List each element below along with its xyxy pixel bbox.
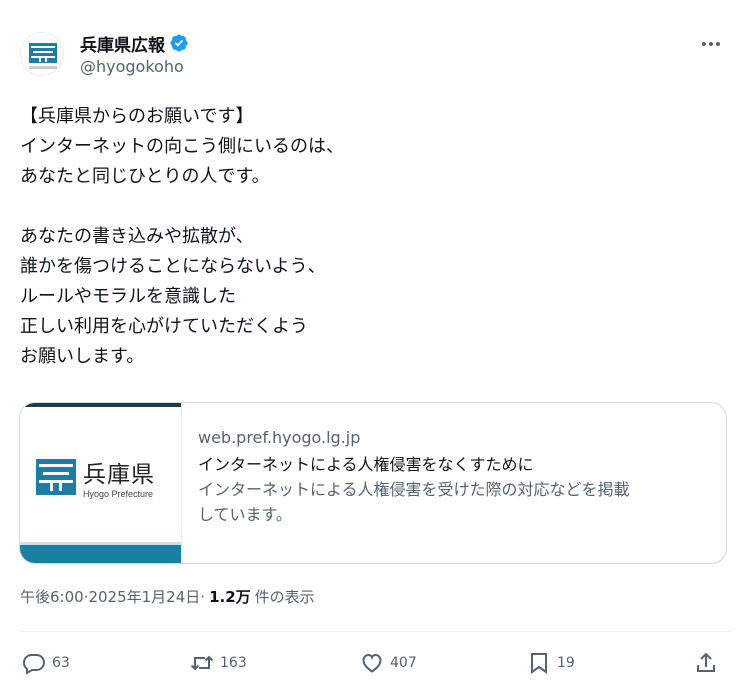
thumb-stripe-top	[20, 403, 181, 407]
handle[interactable]: @hyogokoho	[80, 57, 184, 76]
more-options-icon[interactable]	[699, 34, 723, 54]
display-name[interactable]: 兵庫県広報	[80, 31, 165, 56]
tweet-line: お願いします。	[20, 346, 145, 367]
retweet-button[interactable]: 163	[190, 648, 247, 678]
like-count: 407	[390, 655, 417, 671]
tweet-line: あなたと同じひとりの人です。	[20, 166, 270, 187]
share-icon	[697, 652, 715, 672]
reply-button[interactable]: 63	[22, 648, 70, 678]
link-card-thumbnail[interactable]: 兵庫県 Hyogo Prefecture	[20, 403, 182, 563]
reply-count: 63	[52, 655, 70, 671]
avatar[interactable]	[20, 32, 64, 76]
tweet-text: 【兵庫県からのお願いです】 インターネットの向こう側にいるのは、 あなたと同じひ…	[20, 102, 720, 372]
divider	[20, 631, 731, 632]
bookmark-button[interactable]: 19	[527, 648, 575, 678]
card-domain: web.pref.hyogo.lg.jp	[198, 428, 361, 447]
tweet-line: 誰かを傷つけることにならないよう、	[20, 256, 326, 277]
view-count-label: 件の表示	[254, 588, 315, 606]
thumb-stripe-bottom	[20, 545, 181, 563]
name-row: 兵庫県広報	[80, 31, 189, 56]
tweet-time[interactable]: 午後6:00	[20, 586, 84, 607]
retweet-count: 163	[220, 655, 247, 671]
card-title: インターネットによる人権侵害をなくすために	[198, 455, 534, 474]
meta-separator: ·	[200, 587, 206, 606]
bookmark-count: 19	[557, 655, 575, 671]
card-description-line2: しています。	[198, 505, 292, 524]
tweet-date[interactable]: 2025年1月24日	[88, 586, 200, 607]
link-card[interactable]: 兵庫県 Hyogo Prefecture web.pref.hyogo.lg.j…	[19, 402, 727, 564]
card-brand: 兵庫県	[83, 462, 155, 488]
share-button[interactable]	[694, 648, 718, 678]
reply-icon	[22, 654, 46, 675]
tweet-line: あなたの書き込みや拡散が、	[20, 226, 254, 247]
hyogo-logo-icon	[36, 459, 76, 495]
view-count: 1.2万	[209, 588, 251, 606]
action-bar: 63 163 407 19	[20, 648, 724, 678]
hyogo-logo-icon	[21, 33, 63, 75]
tweet-header: 兵庫県広報 @hyogokoho	[20, 28, 731, 84]
tweet-line: インターネットの向こう側にいるのは、	[20, 136, 344, 157]
bookmark-icon	[531, 653, 547, 674]
like-button[interactable]: 407	[360, 648, 417, 678]
verified-badge-icon[interactable]	[169, 33, 189, 53]
card-description-line1: インターネットによる人権侵害を受けた際の対応などを掲載	[198, 480, 630, 499]
card-brand-sub: Hyogo Prefecture	[83, 489, 154, 499]
link-card-body[interactable]: web.pref.hyogo.lg.jp インターネットによる人権侵害をなくすた…	[198, 427, 718, 527]
tweet-meta: 午後6:00 · 2025年1月24日 · 1.2万 件の表示	[20, 586, 315, 607]
heart-icon	[362, 653, 382, 673]
tweet-line: 正しい利用を心がけていただくよう	[20, 316, 308, 337]
tweet-line: ルールやモラルを意識した	[20, 286, 236, 307]
tweet-line: 【兵庫県からのお願いです】	[20, 106, 254, 127]
tweet-line-break	[20, 192, 720, 222]
retweet-icon	[190, 655, 214, 671]
